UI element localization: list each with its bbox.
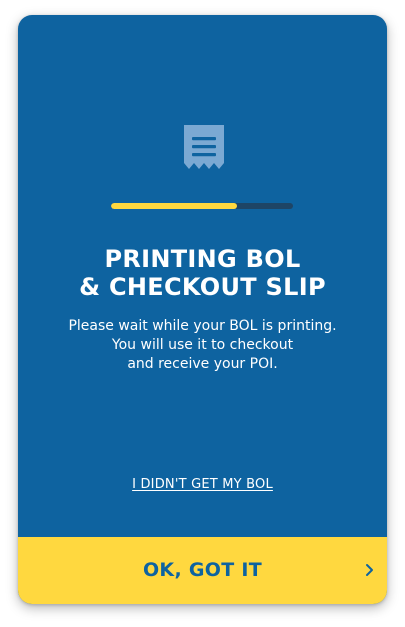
printing-dialog: PRINTING BOL & CHECKOUT SLIP Please wait… <box>18 15 387 604</box>
title-line-1: PRINTING BOL <box>104 245 301 273</box>
message-line-2: You will use it to checkout <box>111 337 294 353</box>
ok-got-it-label: OK, GOT IT <box>142 559 263 581</box>
link-container: I DIDN'T GET MY BOL <box>18 473 387 492</box>
chevron-right-icon <box>366 564 373 576</box>
progress-bar-fill <box>111 203 237 209</box>
didnt-get-bol-link[interactable]: I DIDN'T GET MY BOL <box>132 477 273 492</box>
title-line-2: & CHECKOUT SLIP <box>79 273 326 301</box>
page-title: PRINTING BOL & CHECKOUT SLIP <box>18 245 387 301</box>
message-line-1: Please wait while your BOL is printing. <box>68 318 337 334</box>
status-message: Please wait while your BOL is printing. … <box>18 317 387 374</box>
ok-got-it-button[interactable]: OK, GOT IT <box>18 537 387 604</box>
receipt-icon <box>184 125 224 169</box>
message-line-3: and receive your POI. <box>127 356 278 372</box>
progress-bar <box>111 203 293 209</box>
